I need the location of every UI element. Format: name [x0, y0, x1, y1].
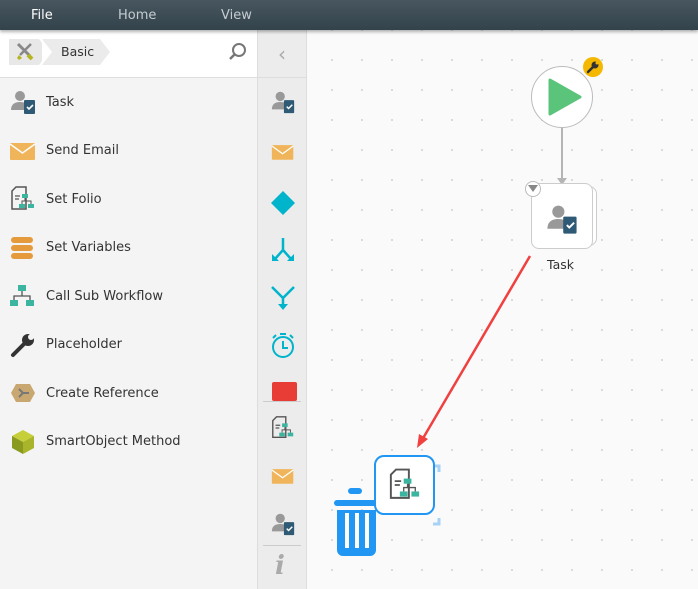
task-node-menu[interactable]	[525, 181, 541, 197]
decision-icon[interactable]	[270, 190, 296, 216]
divider	[263, 401, 301, 402]
task-icon[interactable]	[270, 510, 296, 538]
toolbox-item-label: SmartObject Method	[46, 434, 181, 450]
wrench-badge[interactable]	[583, 57, 603, 77]
breadcrumb-tools[interactable]	[9, 39, 49, 65]
dragged-set-folio-node[interactable]	[374, 455, 435, 515]
tab-view[interactable]: View	[221, 8, 252, 23]
collapse-panel-button[interactable]: ‹	[258, 30, 306, 78]
toolbox-item-label: Set Folio	[46, 191, 102, 207]
toolbox-item-call-sub-workflow[interactable]: Call Sub Workflow	[0, 272, 257, 321]
toolbox-item-send-email[interactable]: Send Email	[0, 127, 257, 176]
variables-icon	[11, 236, 33, 259]
toolbox-item-create-reference[interactable]: Create Reference	[0, 369, 257, 418]
workflow-canvas[interactable]: Task	[307, 30, 698, 589]
end-icon[interactable]	[272, 382, 297, 401]
toolbox-item-set-folio[interactable]: Set Folio	[0, 175, 257, 224]
task-icon	[11, 91, 35, 115]
drag-arrow	[420, 255, 532, 441]
email-icon	[9, 142, 36, 160]
toolbox-item-set-variables[interactable]: Set Variables	[0, 224, 257, 273]
folio-icon	[389, 468, 420, 499]
tools-icon	[16, 42, 34, 61]
split-icon[interactable]	[270, 236, 296, 264]
email-icon[interactable]	[270, 464, 296, 488]
toolbox-item-label: Placeholder	[46, 337, 122, 353]
merge-icon[interactable]	[270, 284, 296, 312]
wrench-icon	[586, 61, 599, 74]
toolbox-header: Basic	[0, 30, 257, 78]
start-node[interactable]	[531, 66, 593, 128]
tab-file[interactable]: File	[31, 8, 53, 23]
play-icon	[548, 78, 582, 116]
toolbox-item-label: Set Variables	[46, 240, 131, 256]
divider	[263, 545, 301, 546]
task-icon[interactable]	[270, 88, 296, 116]
toolbox-item-task[interactable]: Task	[0, 78, 257, 127]
wrench-icon	[11, 333, 34, 357]
toolbox-item-smartobject-method[interactable]: SmartObject Method	[0, 418, 257, 467]
sub-workflow-icon	[10, 285, 34, 307]
drag-arrowhead	[417, 434, 428, 448]
toolbox-item-label: Send Email	[46, 143, 119, 159]
triangle-down-icon	[528, 185, 538, 192]
menu-bar: File Home View	[0, 0, 698, 30]
toolbox-item-label: Call Sub Workflow	[46, 288, 163, 304]
toolbox-item-label: Task	[46, 94, 75, 110]
task-icon	[547, 205, 577, 234]
toolbox-item-placeholder[interactable]: Placeholder	[0, 321, 257, 370]
folio-icon	[11, 186, 34, 210]
chevron-left-icon: ‹	[278, 41, 286, 66]
toolbox-item-label: Create Reference	[46, 385, 159, 401]
breadcrumb-basic[interactable]: Basic	[42, 39, 110, 65]
quick-toolbar: ‹ i	[258, 30, 307, 589]
task-node-label: Task	[547, 257, 574, 272]
toolbox-panel: Basic Task Send Email Set Folio Set Vari…	[0, 30, 258, 589]
info-icon[interactable]: i	[275, 551, 285, 581]
reference-icon	[11, 384, 35, 403]
search-icon[interactable]	[228, 42, 248, 62]
tab-home[interactable]: Home	[118, 8, 156, 23]
smartobject-icon	[12, 429, 34, 454]
folio-icon[interactable]	[270, 414, 296, 442]
timer-icon[interactable]	[270, 332, 296, 360]
task-node[interactable]	[531, 183, 593, 249]
email-icon[interactable]	[270, 140, 296, 164]
